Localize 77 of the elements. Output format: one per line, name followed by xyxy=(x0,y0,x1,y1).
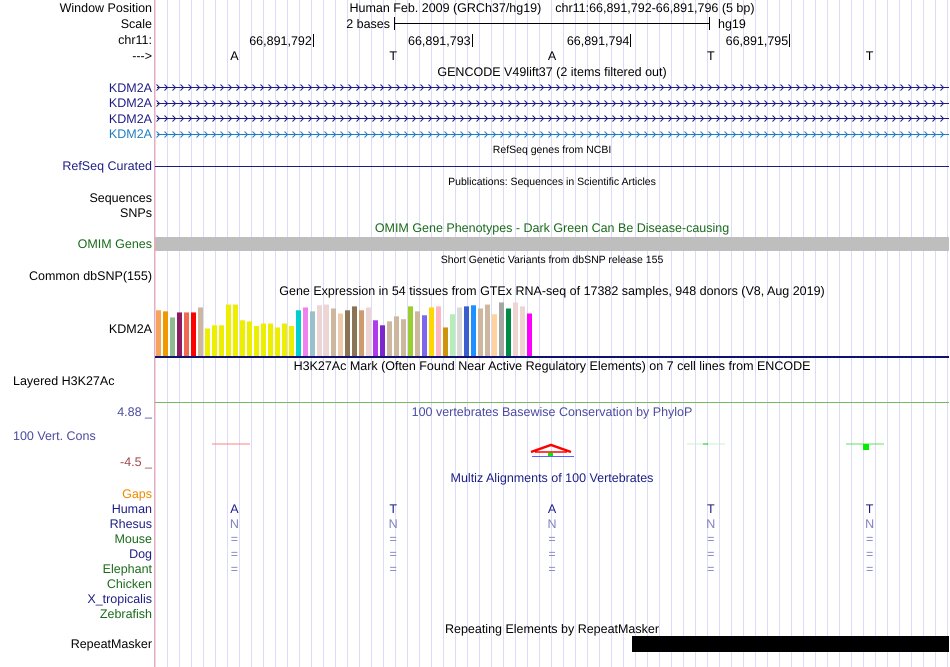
track-title: Gene Expression in 54 tissues from GTEx RNA-seq of 17382 samples, 948 donors (V8, Aug 2019) xyxy=(279,284,825,298)
dna-base: T xyxy=(864,49,874,63)
track-title: OMIM Gene Phenotypes - Dark Green Can Be Disease-causing xyxy=(374,221,730,235)
axis-max-label: 4.88 _ xyxy=(116,405,154,419)
gene-label[interactable]: KDM2A xyxy=(108,112,152,126)
track-label[interactable]: ---> xyxy=(132,49,152,63)
alignment-base: A xyxy=(546,502,558,516)
track-title: GENCODE V49lift37 (2 items filtered out) xyxy=(437,65,667,79)
track-title: H3K27Ac Mark (Often Found Near Active Regulatory Elements) on 7 cell lines from ENCODE xyxy=(294,359,810,373)
alignment-base: N xyxy=(546,516,558,530)
track-title: Repeating Elements by RepeatMasker xyxy=(444,622,659,636)
gene-label[interactable]: KDM2A xyxy=(108,127,152,142)
alignment-base: = xyxy=(547,546,557,560)
alignment-base: N xyxy=(228,516,240,530)
alignment-base: = xyxy=(706,532,716,546)
dna-base: A xyxy=(229,49,240,63)
species-label[interactable]: Zebrafish xyxy=(100,606,152,620)
species-label[interactable]: Elephant xyxy=(102,562,152,576)
ruler-tick-label: 66,891,792 xyxy=(249,34,314,47)
species-label[interactable]: Rhesus xyxy=(110,516,152,530)
track-label[interactable]: Scale xyxy=(120,16,152,30)
alignment-base: A xyxy=(229,502,240,516)
alignment-base: = xyxy=(230,562,240,576)
alignment-base: = xyxy=(230,532,240,546)
conservation-mark xyxy=(846,444,884,450)
track-label[interactable]: Sequences xyxy=(89,190,152,204)
track-label[interactable]: RepeatMasker xyxy=(70,637,152,651)
track-label[interactable]: Common dbSNP(155) xyxy=(29,268,152,282)
ruler-tick-label: 66,891,794 xyxy=(566,34,632,47)
track-label[interactable]: 100 Vert. Cons xyxy=(0,429,155,443)
alignment-base: = xyxy=(388,546,398,560)
alignment-base: = xyxy=(388,562,398,576)
track-label[interactable]: SNPs xyxy=(120,206,152,220)
gene-label[interactable]: KDM2A xyxy=(108,96,152,110)
alignment-base: = xyxy=(547,532,557,546)
track-label[interactable]: RefSeq Curated xyxy=(62,159,152,173)
alignment-base: = xyxy=(230,546,240,560)
axis-min-label: -4.5 _ xyxy=(119,455,154,469)
assembly-text: Human Feb. 2009 (GRCh37/hg19) xyxy=(349,0,542,14)
alignment-base: = xyxy=(864,532,874,546)
alignment-base: N xyxy=(388,516,399,530)
species-label[interactable]: Human xyxy=(112,502,152,516)
track-label[interactable]: Layered H3K27Ac xyxy=(13,374,114,388)
track-label[interactable]: Window Position xyxy=(60,0,152,14)
species-label[interactable]: Dog xyxy=(129,546,152,560)
position-text: chr11:66,891,792-66,891,796 (5 bp) xyxy=(555,0,754,14)
alignment-base: = xyxy=(864,546,874,560)
dna-base: A xyxy=(546,49,558,63)
species-label[interactable]: Mouse xyxy=(114,532,152,546)
ruler-tick-label: 66,891,795 xyxy=(726,34,790,47)
species-label[interactable]: X_tropicalis xyxy=(87,592,152,606)
alignment-base: N xyxy=(705,516,716,530)
track-title: RefSeq genes from NCBI xyxy=(492,143,612,157)
dna-base: T xyxy=(706,49,716,63)
alignment-base: T xyxy=(864,502,874,516)
track-title: 100 vertebrates Basewise Conservation by PhyloP xyxy=(410,405,694,419)
alignment-base: = xyxy=(706,562,716,576)
alignment-base: T xyxy=(388,502,398,516)
track-title: Multiz Alignments of 100 Vertebrates xyxy=(450,471,654,485)
species-label[interactable]: Chicken xyxy=(106,576,152,590)
alignment-base: = xyxy=(388,532,398,546)
track-label[interactable]: KDM2A xyxy=(108,322,152,336)
assembly-text: hg19 xyxy=(717,16,747,30)
track-title: Publications: Sequences in Scientific Articles xyxy=(448,175,656,189)
dna-base: T xyxy=(388,49,398,63)
ruler-tick-label: 66,891,793 xyxy=(408,34,473,47)
gene-label[interactable]: KDM2A xyxy=(108,80,152,95)
scale-text: 2 bases xyxy=(345,16,391,30)
track-label[interactable]: chr11: xyxy=(118,33,152,47)
alignment-base: T xyxy=(706,502,716,516)
track-label[interactable]: OMIM Genes xyxy=(78,237,152,251)
alignment-base: = xyxy=(706,546,716,560)
alignment-base: = xyxy=(864,562,874,576)
alignment-base: N xyxy=(864,516,876,530)
conservation-mark xyxy=(530,444,574,457)
alignment-base: = xyxy=(547,562,557,576)
track-title: Short Genetic Variants from dbSNP release 155 xyxy=(440,253,664,267)
